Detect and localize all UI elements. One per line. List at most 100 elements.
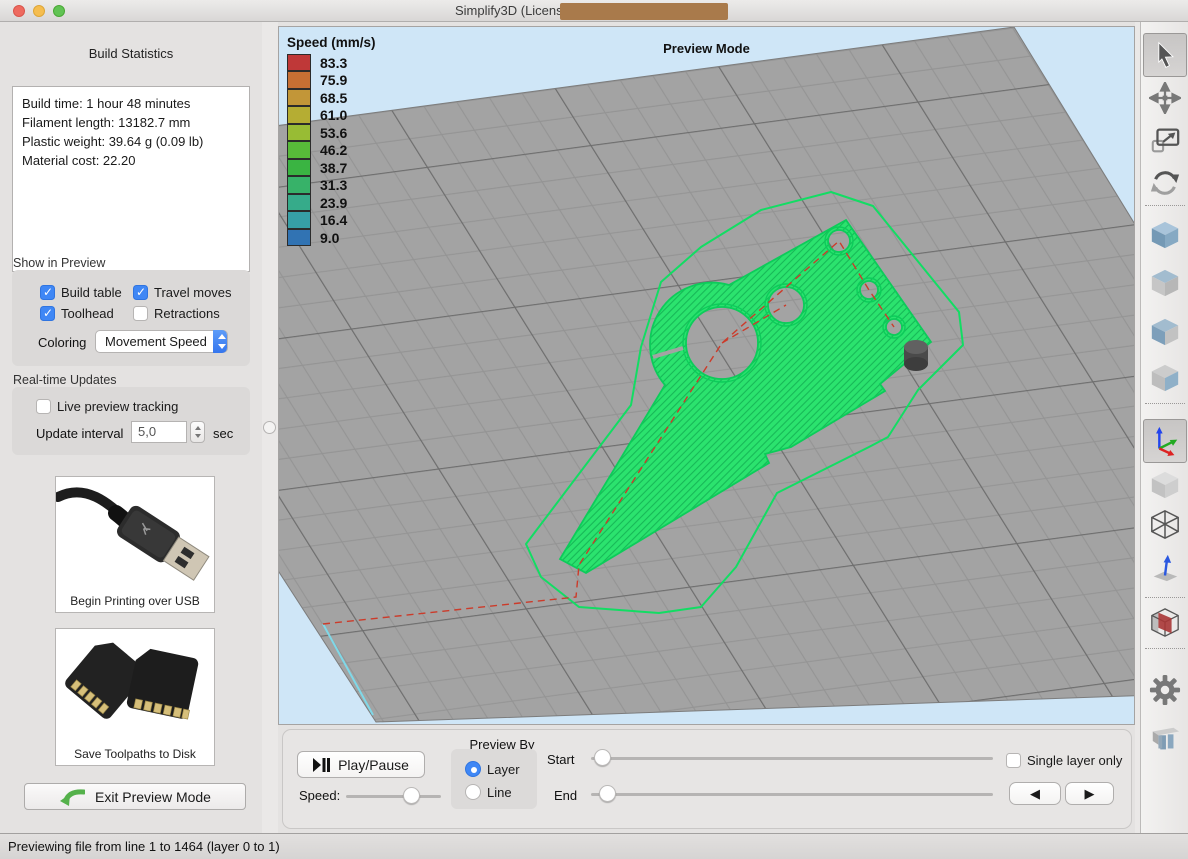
usb-plug-image: [56, 477, 214, 589]
previous-layer-button[interactable]: ◀: [1009, 782, 1061, 805]
single-layer-checkbox[interactable]: [1006, 753, 1021, 768]
single-layer-checkbox-row[interactable]: Single layer only: [1006, 753, 1122, 768]
retractions-checkbox[interactable]: [133, 306, 148, 321]
preview-3d-viewport[interactable]: Preview Mode Speed (mm/s) 83.3 75.9 68.5…: [278, 26, 1135, 725]
close-window-button[interactable]: [13, 5, 25, 17]
move-arrows-icon: [1149, 82, 1181, 114]
build-table: [279, 27, 1135, 722]
end-slider[interactable]: [591, 793, 993, 796]
build-table-checkbox[interactable]: [40, 285, 55, 300]
speed-slider-thumb[interactable]: [403, 787, 420, 804]
wireframe-view[interactable]: [1143, 503, 1187, 547]
show-in-preview-label: Show in Preview: [13, 256, 105, 270]
start-slider-thumb[interactable]: [594, 749, 611, 766]
exit-button-label: Exit Preview Mode: [95, 789, 211, 805]
cube-side-view-icon: [1149, 316, 1181, 348]
end-label: End: [554, 788, 577, 803]
update-interval-label: Update interval: [36, 426, 123, 441]
left-sidebar: Build Statistics Build time: 1 hour 48 m…: [0, 22, 262, 833]
legend-swatch: [287, 211, 311, 229]
next-layer-button[interactable]: ▶: [1065, 782, 1114, 805]
layer-radio[interactable]: [465, 761, 481, 777]
minimize-window-button[interactable]: [33, 5, 45, 17]
scale-window-icon: [1149, 124, 1181, 156]
travel-moves-checkbox[interactable]: [133, 285, 148, 300]
legend-swatch: [287, 176, 311, 194]
sd-cards-image: [56, 629, 214, 742]
toolbar-divider: [1145, 205, 1185, 206]
toolbar-divider: [1145, 597, 1185, 598]
stat-plastic-weight: Plastic weight: 39.64 g (0.09 lb): [22, 132, 240, 151]
toolhead-checkbox[interactable]: [40, 306, 55, 321]
checkbox-live-preview[interactable]: Live preview tracking: [36, 399, 178, 414]
settings-gear[interactable]: [1143, 668, 1187, 712]
cursor-tool[interactable]: [1143, 33, 1187, 77]
save-toolpaths-button[interactable]: Save Toolpaths to Disk: [55, 628, 215, 766]
legend-swatch: [287, 106, 311, 124]
view-cube-top[interactable]: [1143, 213, 1187, 257]
playback-panel: Play/Pause Speed: Preview By Layer Line …: [282, 729, 1132, 829]
view-cube-back[interactable]: [1143, 356, 1187, 400]
checkbox-retractions[interactable]: Retractions: [133, 306, 220, 321]
view-cube-side[interactable]: [1143, 310, 1187, 354]
stat-build-time: Build time: 1 hour 48 minutes: [22, 94, 240, 113]
coloring-dropdown[interactable]: Movement Speed: [95, 330, 228, 353]
coloring-label: Coloring: [38, 335, 86, 350]
start-slider[interactable]: [591, 757, 993, 760]
build-statistics-box: Build time: 1 hour 48 minutes Filament l…: [12, 86, 250, 272]
view-cube-front[interactable]: [1143, 261, 1187, 305]
toolhead-marker: [904, 340, 928, 371]
radio-layer-row[interactable]: Layer: [465, 761, 520, 777]
status-text: Previewing file from line 1 to 1464 (lay…: [8, 839, 280, 854]
show-axes-toggle[interactable]: [1143, 419, 1187, 463]
play-pause-button[interactable]: Play/Pause: [297, 751, 425, 778]
zoom-window-button[interactable]: [53, 5, 65, 17]
live-preview-checkbox[interactable]: [36, 399, 51, 414]
rotate-view-tool[interactable]: [1143, 161, 1187, 205]
coloring-dropdown-value: Movement Speed: [96, 334, 213, 349]
radio-line-row[interactable]: Line: [465, 784, 512, 800]
sd-button-caption: Save Toolpaths to Disk: [56, 745, 214, 766]
zoom-window-tool[interactable]: [1143, 118, 1187, 162]
preview-by-group: [451, 749, 537, 809]
title-bar: Simplify3D (Licensed to: [0, 0, 1188, 22]
speed-legend: Speed (mm/s) 83.3 75.9 68.5 61.0 53.6 46…: [287, 35, 376, 247]
legend-swatch: [287, 159, 311, 177]
xyz-axes-icon: [1149, 425, 1181, 457]
speed-slider[interactable]: [346, 795, 441, 798]
end-slider-thumb[interactable]: [599, 785, 616, 802]
play-pause-label: Play/Pause: [338, 757, 409, 773]
legend-swatch: [287, 141, 311, 159]
back-arrow-icon: [59, 788, 85, 806]
dropdown-stepper-icon[interactable]: [213, 330, 227, 353]
update-interval-field[interactable]: 5,0: [131, 421, 187, 443]
build-statistics-title: Build Statistics: [0, 46, 262, 61]
update-interval-unit: sec: [213, 426, 233, 441]
update-interval-stepper[interactable]: [190, 421, 205, 443]
cursor-icon: [1150, 40, 1180, 70]
cross-section-icon: [1149, 607, 1181, 639]
realtime-updates-label: Real-time Updates: [13, 373, 117, 387]
solid-view[interactable]: [1143, 463, 1187, 507]
checkbox-build-table[interactable]: Build table: [40, 285, 122, 300]
build-plate-scene: [279, 27, 1135, 725]
legend-swatch: [287, 194, 311, 212]
rotate-arrows-icon: [1149, 167, 1181, 199]
cross-section-tool[interactable]: [1143, 601, 1187, 645]
support-structures-tool[interactable]: [1143, 718, 1187, 762]
begin-printing-usb-button[interactable]: Begin Printing over USB: [55, 476, 215, 613]
checkbox-toolhead[interactable]: Toolhead: [40, 306, 114, 321]
splitter-handle[interactable]: [263, 421, 276, 434]
legend-swatch: [287, 124, 311, 142]
surface-normal-view[interactable]: [1143, 546, 1187, 590]
view-toolbar: [1140, 22, 1188, 833]
exit-preview-mode-button[interactable]: Exit Preview Mode: [24, 783, 246, 810]
checkbox-travel-moves[interactable]: Travel moves: [133, 285, 232, 300]
line-radio[interactable]: [465, 784, 481, 800]
pan-view-tool[interactable]: [1143, 76, 1187, 120]
wireframe-cube-icon: [1149, 509, 1181, 541]
toolbar-divider: [1145, 648, 1185, 649]
legend-swatch: [287, 229, 311, 247]
normal-arrow-icon: [1149, 552, 1181, 584]
license-name-redaction: [560, 3, 728, 20]
